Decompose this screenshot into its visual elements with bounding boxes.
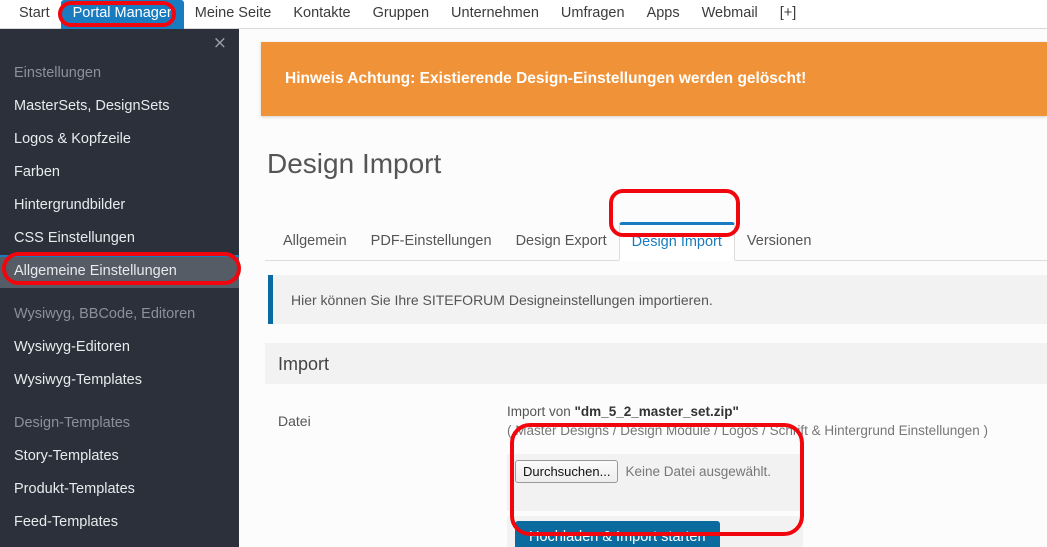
section-header-import: Import [265,343,1047,384]
sidebar-group-title-1: Wysiwyg, BBCode, Editoren [14,306,196,322]
sidebar-item-0-5[interactable]: Allgemeine Einstellungen [0,255,239,288]
alert-text: Hinweis Achtung: Existierende Design-Ein… [285,70,807,87]
tab-3[interactable]: Design Import [618,222,735,261]
sidebar-item-0-0[interactable]: MasterSets, DesignSets [0,90,239,123]
tab-1[interactable]: PDF-Einstellungen [359,222,504,260]
import-contents-text: ( Master Designs / Design Module / Logos… [507,423,988,438]
topnav-item-2[interactable]: Meine Seite [184,0,283,29]
topnav-item-9[interactable]: [+] [769,0,808,29]
form-label-datei: Datei [278,413,311,429]
import-prefix-text: Import von [507,404,575,419]
sidebar-item-0-2[interactable]: Farben [0,156,239,189]
main-content: Hinweis Achtung: Existierende Design-Ein… [239,29,1047,547]
tab-bar: Allgemein PDF-Einstellungen Design Export D… [265,222,1047,261]
section-title: Import [278,353,330,374]
top-navigation-bar: Start Portal Manager Meine Seite Kontakte Gr… [0,0,1047,29]
sidebar-items-container: Einstellungen MasterSets, DesignSets Logos… [0,29,239,539]
upload-button-container: Hochladen & Import starten [507,516,803,547]
no-file-selected-label: Keine Datei ausgewählt. [625,464,772,479]
form-row-datei: Datei Import von "dm_5_2_master_set.zip"… [265,384,1047,547]
topnav-item-1[interactable]: Portal Manager [60,0,184,29]
info-box-text: Hier können Sie Ihre SITEFORUM Designein… [291,291,713,308]
sidebar-item-2-2[interactable]: Feed-Templates [0,506,239,539]
topnav-item-7[interactable]: Apps [636,0,691,29]
sidebar-item-1-0[interactable]: Wysiwyg-Editoren [0,331,239,364]
tab-2[interactable]: Design Export [504,222,619,260]
sidebar-group-title-0: Einstellungen [14,65,102,81]
topnav-item-4[interactable]: Gruppen [362,0,440,29]
upload-and-start-import-button[interactable]: Hochladen & Import starten [515,520,720,547]
topnav-item-0[interactable]: Start [8,0,61,29]
import-filename-text: "dm_5_2_master_set.zip" [574,404,739,419]
topnav-item-6[interactable]: Umfragen [550,0,636,29]
sidebar-group-title-2: Design-Templates [14,415,131,431]
sidebar-item-0-3[interactable]: Hintergrundbilder [0,189,239,222]
sidebar-item-0-4[interactable]: CSS Einstellungen [0,222,239,255]
sidebar-item-1-1[interactable]: Wysiwyg-Templates [0,364,239,397]
close-icon[interactable]: × [213,33,227,53]
info-box: Hier können Sie Ihre SITEFORUM Designein… [268,275,1047,324]
form-field-datei: Import von "dm_5_2_master_set.zip" ( Mas… [507,384,1047,547]
sidebar-group-spacer [0,397,239,409]
import-source-line: Import von "dm_5_2_master_set.zip" [507,403,1047,421]
browse-button[interactable]: Durchsuchen... [515,460,619,483]
sidebar-item-2-0[interactable]: Story-Templates [0,440,239,473]
warning-alert-banner: Hinweis Achtung: Existierende Design-Ein… [261,42,1047,116]
tab-4[interactable]: Versionen [735,222,824,260]
sidebar-item-2-1[interactable]: Produkt-Templates [0,473,239,506]
topnav-item-3[interactable]: Kontakte [282,0,361,29]
sidebar-item-0-1[interactable]: Logos & Kopfzeile [0,123,239,156]
file-picker[interactable]: Durchsuchen... Keine Datei ausgewählt. [507,454,803,511]
topnav-item-5[interactable]: Unternehmen [440,0,550,29]
app-root: Start Portal Manager Meine Seite Kontakte Gr… [0,0,1047,547]
sidebar-group-spacer [0,288,239,300]
sidebar: × Einstellungen MasterSets, DesignSets Log… [0,29,239,547]
tab-0[interactable]: Allgemein [271,222,359,260]
topnav-item-8[interactable]: Webmail [691,0,769,29]
page-title: Design Import [267,148,442,179]
